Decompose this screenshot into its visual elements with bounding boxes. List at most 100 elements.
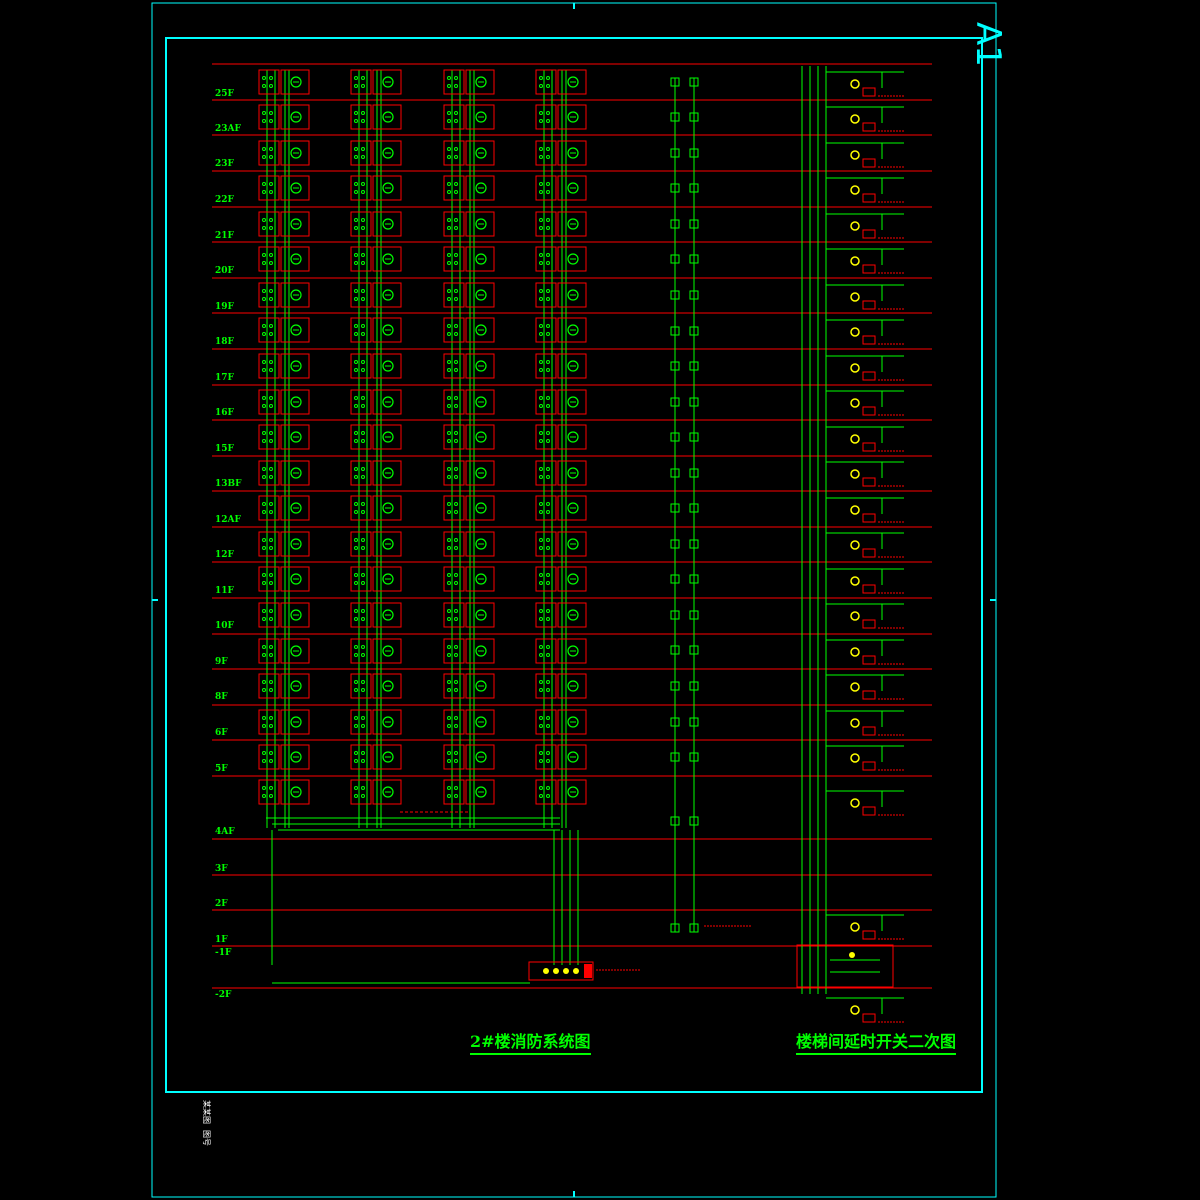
contact-dot [361,119,365,123]
floor-label: 19F [215,302,235,312]
contact-dot [269,182,273,186]
contact-dot [454,475,458,479]
contact-dot [269,688,273,692]
contact-dot [269,297,273,301]
detector-box [443,744,465,770]
contact-dot [269,538,273,542]
contact-dot [539,538,543,542]
detector-box [350,638,372,664]
contact-dot [354,510,358,514]
contact-dot [354,324,358,328]
detector-box [258,353,280,379]
contact-dot [447,786,451,790]
contact-dot [454,396,458,400]
detector-box [443,69,465,95]
contact-dot [447,475,451,479]
floor-label: 17F [215,373,235,383]
contact-dot [454,190,458,194]
delay-switch [862,513,876,523]
lamp-symbol [850,540,860,550]
contact-dot [546,119,550,123]
delay-switch [862,619,876,629]
contact-dot [361,786,365,790]
contact-dot [447,226,451,230]
detector-box [258,460,280,486]
contact-dot [454,111,458,115]
contact-dot [447,538,451,542]
contact-dot [447,368,451,372]
contact-dot [354,119,358,123]
contact-dot [454,680,458,684]
floor-label: 8F [215,692,228,702]
detector-box [535,282,557,308]
contact-dot [447,324,451,328]
contact-dot [539,617,543,621]
contact-dot [262,475,266,479]
floor-label: 6F [215,728,228,738]
detector-box [443,424,465,450]
contact-dot [361,510,365,514]
contact-dot [361,190,365,194]
detector-box [258,673,280,699]
contact-dot [447,431,451,435]
contact-dot [262,218,266,222]
contact-dot [454,261,458,265]
contact-dot [454,289,458,293]
lamp-symbol [850,611,860,621]
contact-dot [269,581,273,585]
detector-box [535,246,557,272]
contact-dot [447,404,451,408]
detector-box [443,495,465,521]
contact-dot [546,546,550,550]
contact-dot [361,324,365,328]
floor-label: 12F [215,550,235,560]
contact-dot [354,617,358,621]
contact-dot [546,226,550,230]
contact-dot [539,404,543,408]
contact-dot [454,84,458,88]
detector-box [443,531,465,557]
detector-box [350,282,372,308]
contact-dot [262,502,266,506]
contact-dot [539,581,543,585]
inner-frame [165,37,983,1093]
contact-dot [269,226,273,230]
contact-dot [354,467,358,471]
contact-dot [361,76,365,80]
detector-box [350,140,372,166]
delay-switch [862,806,876,816]
detector-box [258,424,280,450]
detector-box [535,317,557,343]
contact-dot [354,653,358,657]
detector-box [258,602,280,628]
contact-dot [454,573,458,577]
contact-dot [546,360,550,364]
contact-dot [539,111,543,115]
contact-dot [539,218,543,222]
detector-box [535,69,557,95]
contact-dot [546,253,550,257]
contact-dot [454,688,458,692]
contact-dot [447,502,451,506]
contact-dot [354,297,358,301]
contact-dot [354,538,358,542]
contact-dot [539,84,543,88]
detector-box [535,744,557,770]
delay-switch [862,406,876,416]
contact-dot [262,759,266,763]
contact-dot [539,759,543,763]
detector-box [443,779,465,805]
floor-label: 9F [215,657,228,667]
contact-dot [539,226,543,230]
floor-label: 16F [215,408,235,418]
contact-dot [454,119,458,123]
lamp-symbol [850,576,860,586]
contact-dot [354,573,358,577]
detector-box [350,602,372,628]
delay-switch [862,477,876,487]
floor-label: 3F [215,864,228,874]
contact-dot [454,368,458,372]
contact-dot [269,261,273,265]
detector-box [535,353,557,379]
contact-dot [361,502,365,506]
